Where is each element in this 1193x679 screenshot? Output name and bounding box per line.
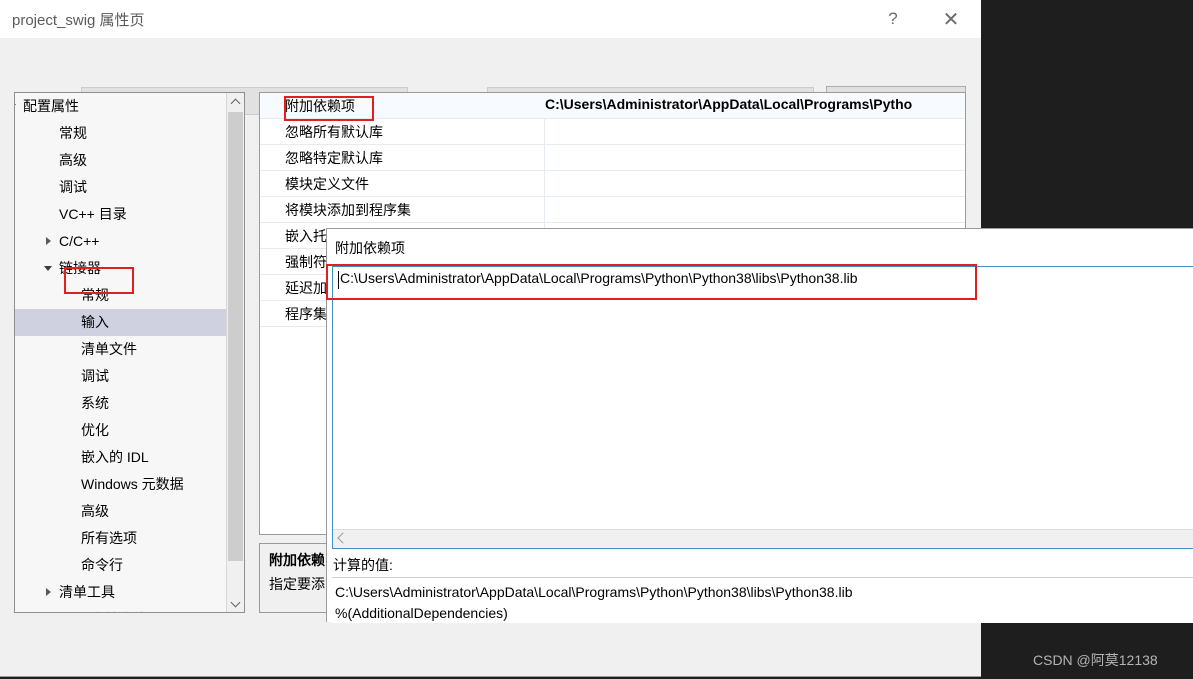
tree-item[interactable]: 常规: [15, 120, 228, 147]
computed-value-label: 计算的值:: [333, 557, 393, 573]
tree-item-label: 系统: [81, 395, 109, 411]
tree-item-label: 调试: [59, 179, 87, 195]
horizontal-scrollbar[interactable]: [333, 529, 1193, 548]
triangle-right-icon[interactable]: [43, 228, 57, 255]
tree-item-label: 配置属性: [23, 98, 79, 114]
scroll-down-icon[interactable]: [227, 595, 244, 612]
tree-item-label: 命令行: [81, 557, 123, 573]
tree-item[interactable]: 链接器: [15, 255, 228, 282]
dependencies-textarea[interactable]: C:\Users\Administrator\AppData\Local\Pro…: [332, 266, 1193, 549]
tree-item-label: 常规: [59, 125, 87, 141]
tree-item[interactable]: 配置属性: [15, 93, 228, 120]
tree-item[interactable]: 系统: [15, 390, 228, 417]
scroll-up-icon[interactable]: [227, 93, 244, 110]
tree-item[interactable]: 清单工具: [15, 579, 228, 606]
property-value: C:\Users\Administrator\AppData\Local\Pro…: [545, 96, 913, 112]
property-row[interactable]: 忽略所有默认库: [260, 119, 965, 145]
property-name: 模块定义文件: [285, 176, 369, 192]
tree-item-label: XML 文档生成器: [59, 606, 161, 612]
property-row[interactable]: 附加依赖项 C:\Users\Administrator\AppData\Loca…: [260, 93, 965, 119]
property-tree-pane: 配置属性 常规 高级 调试 VC++ 目录 C/C++ 链接器 常规 输入 清单文件 调试 系统 优化嵌…: [14, 92, 245, 613]
tree-item-label: VC++ 目录: [59, 206, 127, 222]
tree-item[interactable]: VC++ 目录: [15, 201, 228, 228]
title-bar: project_swig 属性页 ? ✕: [0, 0, 981, 38]
tree-item[interactable]: Windows 元数据: [15, 471, 228, 498]
tree-item-label: 嵌入的 IDL: [81, 449, 149, 465]
tree-item-label: 调试: [81, 368, 109, 384]
tree-item-label: 清单文件: [81, 341, 137, 357]
tree-item[interactable]: 所有选项: [15, 525, 228, 552]
tree-item[interactable]: 优化: [15, 417, 228, 444]
additional-dependencies-editor: 附加依赖项 C:\Users\Administrator\AppData\Loc…: [326, 228, 1193, 623]
close-button[interactable]: ✕: [928, 0, 974, 38]
tree-item[interactable]: 调试: [15, 174, 228, 201]
triangle-down-icon[interactable]: [15, 93, 21, 120]
tree-item-label: C/C++: [59, 233, 100, 249]
description-title: 附加依赖: [269, 552, 325, 568]
triangle-right-icon[interactable]: [43, 579, 57, 606]
tree-item-label: 高级: [59, 152, 87, 168]
editor-label: 附加依赖项: [335, 240, 405, 256]
watermark: CSDN @阿莫12138: [1033, 652, 1158, 668]
scroll-left-icon[interactable]: [337, 532, 349, 544]
tree-item[interactable]: 高级: [15, 147, 228, 174]
property-name: 忽略所有默认库: [285, 124, 383, 140]
tree-scrollbar-thumb[interactable]: [228, 112, 243, 561]
property-tree: 配置属性 常规 高级 调试 VC++ 目录 C/C++ 链接器 常规 输入 清单文件 调试 系统 优化嵌…: [15, 93, 228, 612]
property-row[interactable]: 将模块添加到程序集: [260, 197, 965, 223]
tree-item-label: 常规: [81, 287, 109, 303]
description-body: 指定要添: [269, 576, 325, 592]
computed-value-line: %(AdditionalDependencies): [335, 605, 508, 621]
help-button[interactable]: ?: [870, 0, 916, 38]
tree-item-label: 优化: [81, 422, 109, 438]
text-caret: [338, 271, 339, 289]
tree-item-label: 高级: [81, 503, 109, 519]
property-row[interactable]: 模块定义文件: [260, 171, 965, 197]
tree-item[interactable]: XML 文档生成器: [15, 606, 228, 612]
window-title: project_swig 属性页: [12, 12, 145, 29]
tree-item-label: 链接器: [59, 260, 101, 276]
tree-item[interactable]: 常规: [15, 282, 228, 309]
tree-scrollbar[interactable]: [226, 93, 244, 612]
triangle-right-icon[interactable]: [43, 606, 57, 612]
tree-item[interactable]: 调试: [15, 363, 228, 390]
tree-item[interactable]: 嵌入的 IDL: [15, 444, 228, 471]
tree-item[interactable]: 命令行: [15, 552, 228, 579]
computed-value-box: C:\Users\Administrator\AppData\Local\Pro…: [332, 577, 1193, 623]
configuration-bar: 配置(C): Release 平台(P): x64 配置管理器(O)...: [0, 38, 981, 116]
property-name: 将模块添加到程序集: [285, 202, 411, 218]
computed-value-line: C:\Users\Administrator\AppData\Local\Pro…: [335, 584, 853, 600]
tree-item-label: 所有选项: [81, 530, 137, 546]
tree-item-label: 清单工具: [59, 584, 115, 600]
tree-item-label: 输入: [81, 314, 109, 330]
tree-item[interactable]: 输入: [15, 309, 228, 336]
tree-item[interactable]: 高级: [15, 498, 228, 525]
tree-item[interactable]: C/C++: [15, 228, 228, 255]
dependencies-value: C:\Users\Administrator\AppData\Local\Pro…: [340, 270, 858, 286]
triangle-down-icon[interactable]: [43, 255, 57, 282]
tree-item[interactable]: 清单文件: [15, 336, 228, 363]
property-row[interactable]: 忽略特定默认库: [260, 145, 965, 171]
property-name: 忽略特定默认库: [285, 150, 383, 166]
property-name: 附加依赖项: [285, 98, 355, 114]
tree-item-label: Windows 元数据: [81, 476, 184, 492]
